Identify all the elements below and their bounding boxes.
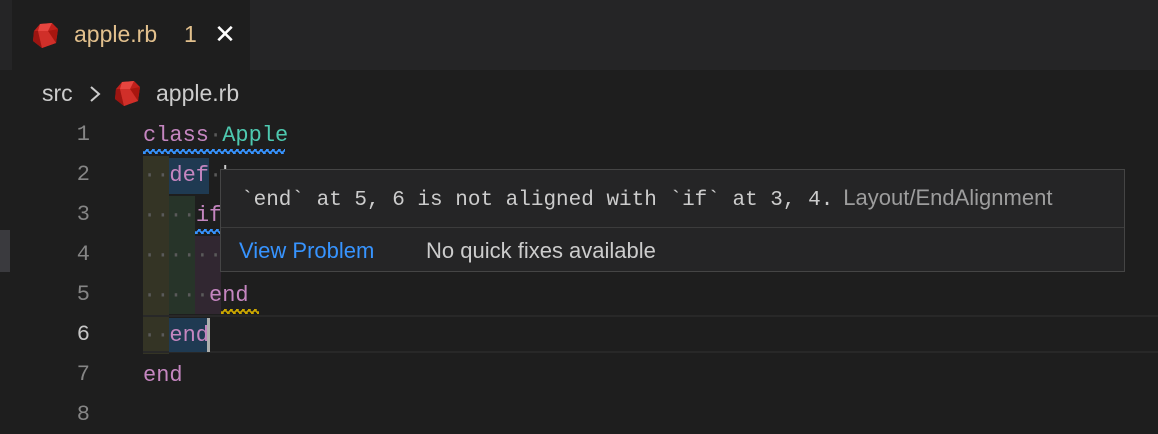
line-number: 4 [76,242,90,267]
warning-squiggle [195,229,220,234]
line-number: 1 [76,122,90,147]
tab-apple-rb[interactable]: apple.rb 1 ✕ [12,0,250,70]
code-token: end [209,283,249,308]
line-number: 7 [76,362,90,387]
tab-label: apple.rb [74,21,158,47]
problem-message: `end` at 5, 6 is not aligned with `if` a… [241,185,1052,212]
code-token: ·· [143,163,170,188]
scrollbar-marker [0,230,10,272]
code-token: ···· [143,203,196,228]
ruby-icon [30,21,60,54]
line-number: 3 [76,202,90,227]
breadcrumb-folder[interactable]: src [42,80,73,107]
tab-bar: apple.rb 1 ✕ [0,0,1158,70]
line-number: 5 [76,282,90,307]
code-token: · [209,123,223,148]
current-line-highlight [143,315,1158,353]
code-token: ···· [143,283,196,308]
code-token: if [195,203,223,228]
warning-squiggle [143,149,285,154]
code-line[interactable]: ······ [143,236,222,276]
code-token: · [195,283,210,308]
breadcrumb-file[interactable]: apple.rb [156,80,239,107]
code-token: ······ [143,243,223,268]
problem-hover-widget: `end` at 5, 6 is not aligned with `if` a… [220,169,1125,272]
text-cursor [207,318,210,352]
chevron-right-icon [88,82,102,112]
divider [221,227,1124,228]
line-number: 6 [76,322,90,347]
warning-squiggle [221,309,259,314]
code-token: end [143,363,183,388]
code-token: end [169,323,210,348]
code-token: class [143,123,210,148]
problem-source: Layout/EndAlignment [843,185,1053,210]
code-token: def [169,163,210,188]
code-token: ·· [143,323,170,348]
close-icon[interactable]: ✕ [212,20,238,48]
problem-text: `end` at 5, 6 is not aligned with `if` a… [241,189,834,212]
code-line[interactable]: end [143,356,183,396]
line-number: 8 [76,402,90,427]
ruby-icon [112,79,142,113]
problem-count-badge: 1 [184,21,197,47]
code-line[interactable]: ··end [143,316,209,356]
code-token: Apple [222,123,289,148]
line-number: 2 [76,162,90,187]
no-quick-fixes-label: No quick fixes available [426,238,656,263]
view-problem-link[interactable]: View Problem [239,238,374,264]
